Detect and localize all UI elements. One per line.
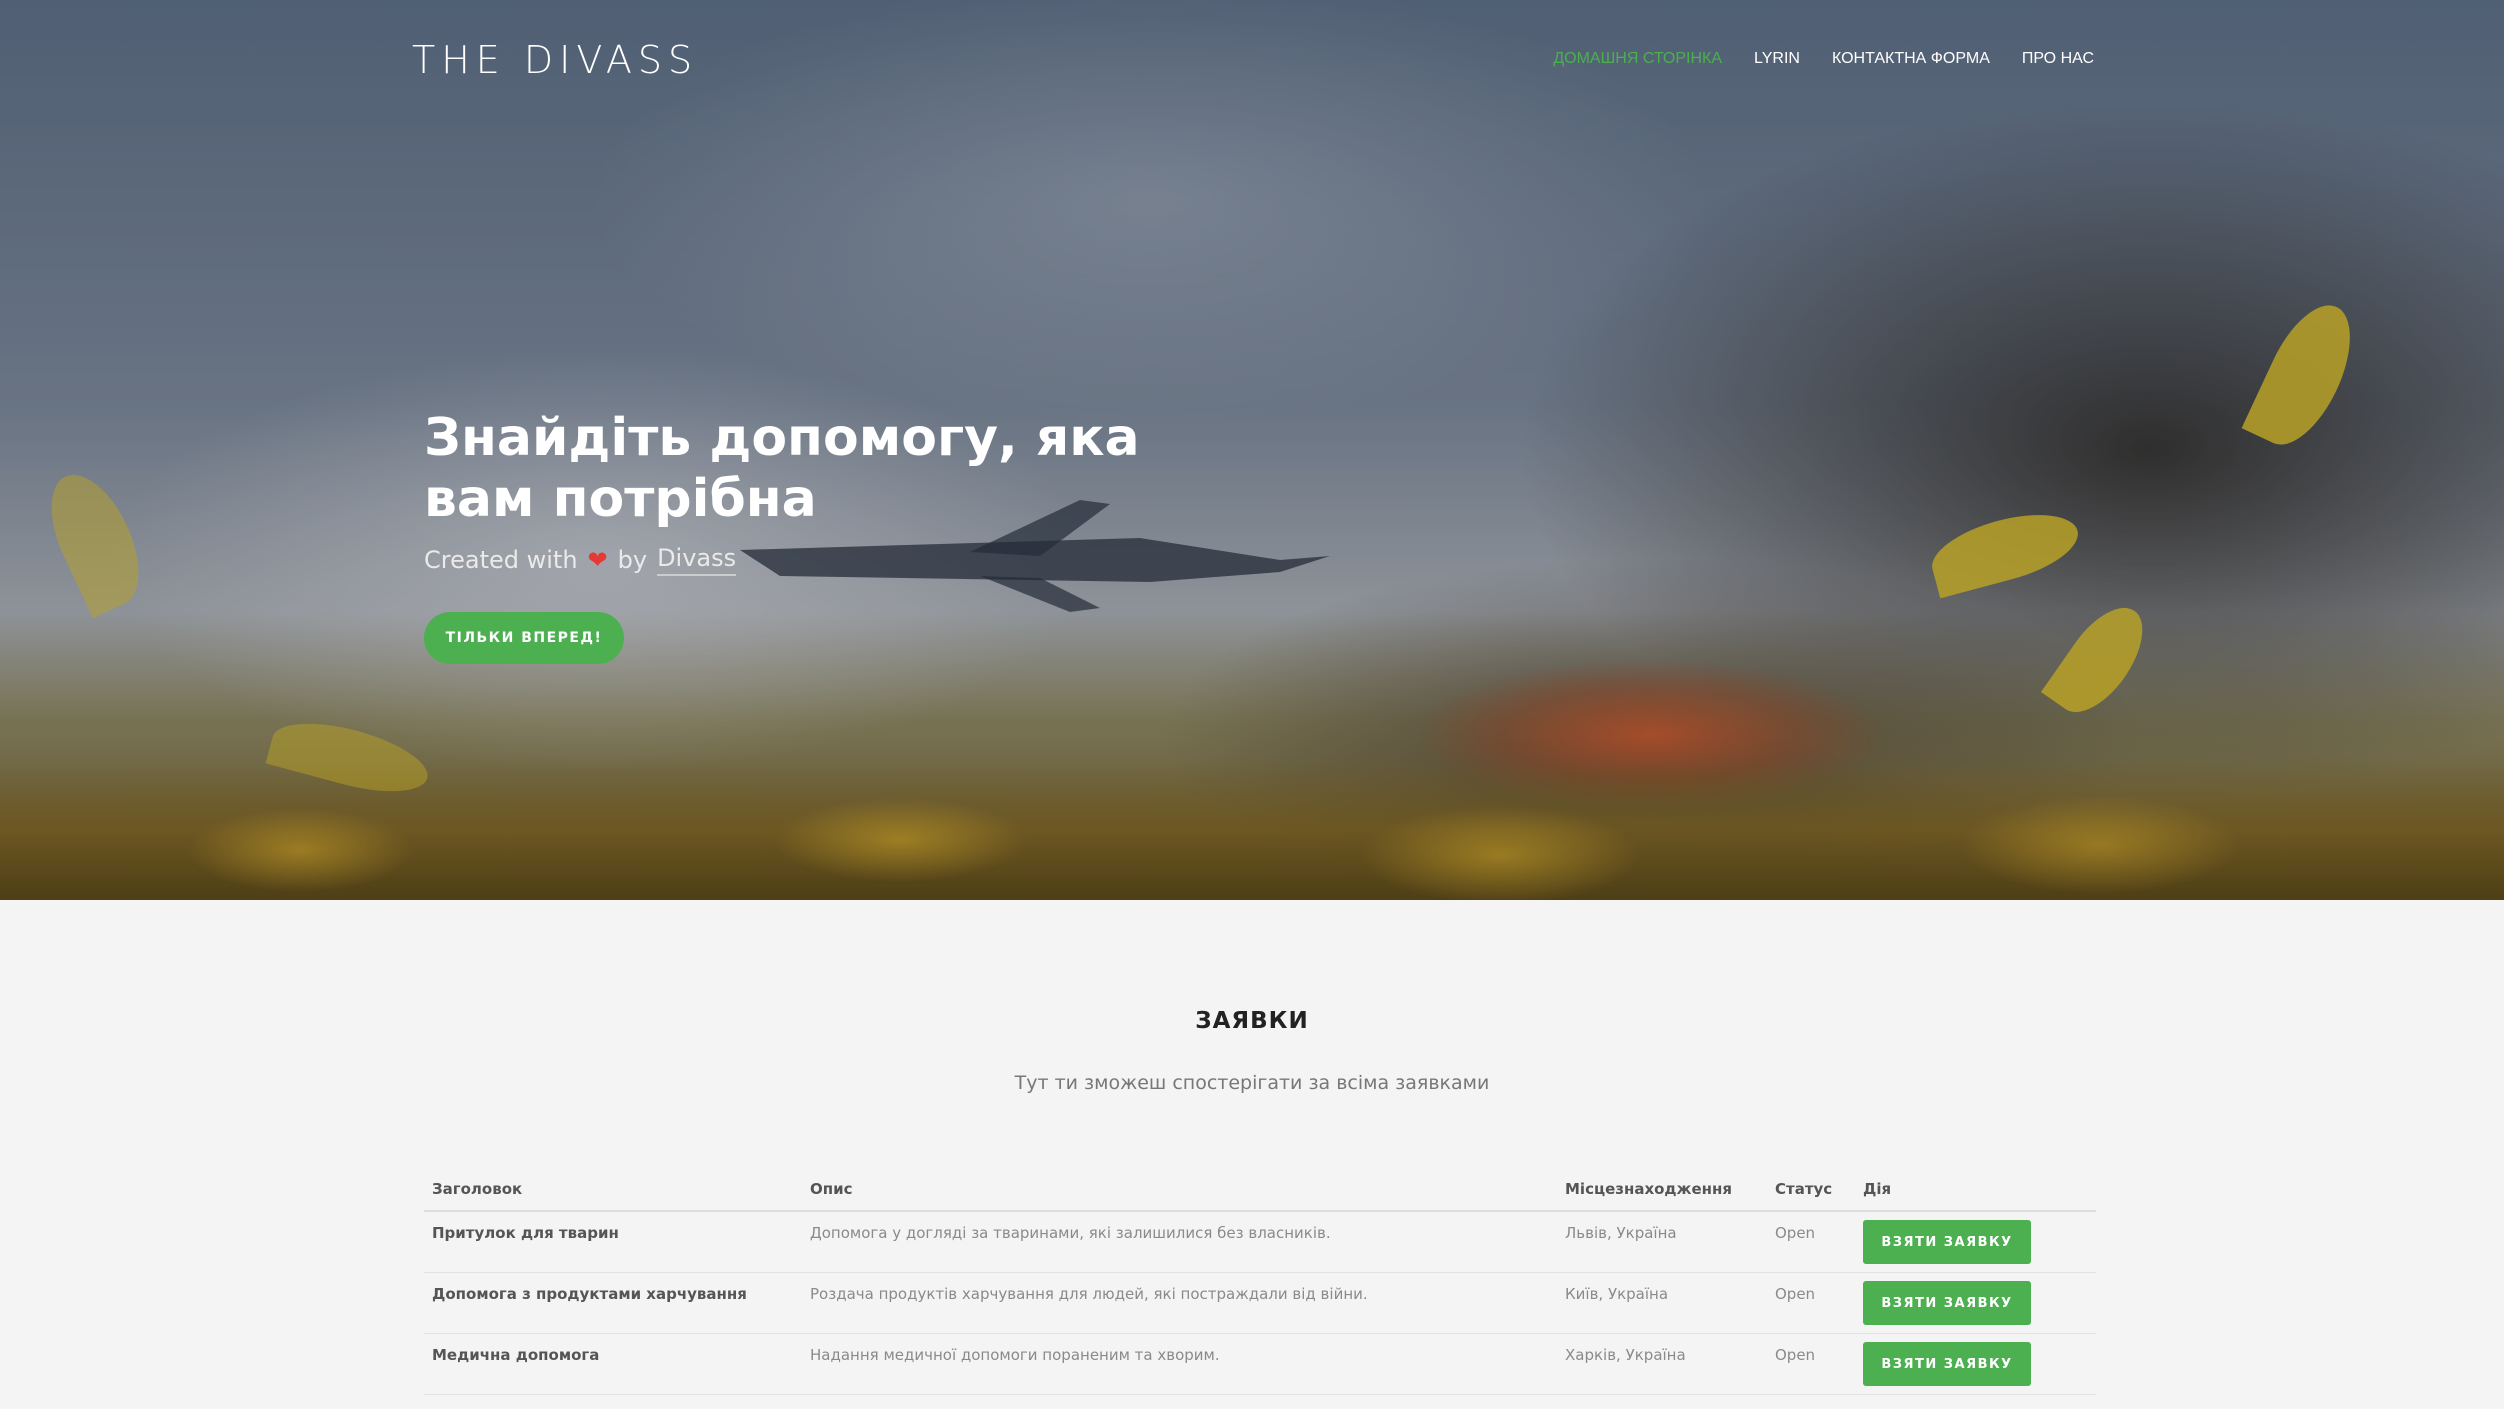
column-header-status: Статус [1767, 1170, 1855, 1212]
column-header-description: Опис [802, 1170, 1557, 1212]
hero-subtitle: Created with ❤ by Divass [424, 544, 737, 576]
section-subtitle: Тут ти зможеш спостерігати за всіма заяв… [1014, 1072, 1490, 1094]
section-title: ЗАЯВКИ [1195, 1008, 1309, 1034]
author-link[interactable]: Divass [657, 544, 737, 576]
column-header-location: Місцезнаходження [1557, 1170, 1767, 1212]
nav-item-about[interactable]: ПРО НАС [2022, 50, 2094, 68]
heart-icon: ❤ [587, 546, 608, 574]
request-location: Львів, Україна [1557, 1211, 1767, 1273]
column-header-action: Дія [1855, 1170, 2096, 1212]
hero-subtitle-by: by [617, 546, 648, 574]
table-row: Допомога з продуктами харчування Роздача… [424, 1272, 2096, 1334]
take-request-button[interactable]: ВЗЯТИ ЗАЯВКУ [1863, 1342, 2031, 1386]
hero-title: Знайдіть допомогу, яка вам потрібна [424, 408, 1140, 529]
request-status: Open [1767, 1333, 1855, 1395]
table-row: Притулок для тварин Допомога у догляді з… [424, 1211, 2096, 1273]
request-description: Роздача продуктів харчування для людей, … [802, 1272, 1557, 1334]
request-description: Допомога у догляді за тваринами, які зал… [802, 1211, 1557, 1273]
request-status: Open [1767, 1211, 1855, 1273]
request-title: Притулок для тварин [424, 1211, 802, 1273]
hero-section: THE DIVASS ДОМАШНЯ СТОРІНКА LYRIN КОНТАК… [0, 0, 2504, 900]
request-title: Допомога з продуктами харчування [424, 1272, 802, 1334]
request-location: Київ, Україна [1557, 1272, 1767, 1334]
requests-table: Заголовок Опис Місцезнаходження Статус Д… [424, 1170, 2096, 1395]
take-request-button[interactable]: ВЗЯТИ ЗАЯВКУ [1863, 1220, 2031, 1264]
table-row: Медична допомога Надання медичної допомо… [424, 1333, 2096, 1395]
table-header-row: Заголовок Опис Місцезнаходження Статус Д… [424, 1170, 2096, 1212]
column-header-title: Заголовок [424, 1170, 802, 1212]
main-nav: ДОМАШНЯ СТОРІНКА LYRIN КОНТАКТНА ФОРМА П… [1553, 50, 2094, 68]
hero-subtitle-prefix: Created with [424, 546, 578, 574]
request-location: Харків, Україна [1557, 1333, 1767, 1395]
request-description: Надання медичної допомоги пораненим та х… [802, 1333, 1557, 1395]
brand-logo[interactable]: THE DIVASS [412, 38, 698, 82]
request-title: Медична допомога [424, 1333, 802, 1395]
nav-item-lyrin[interactable]: LYRIN [1754, 50, 1800, 68]
cta-button[interactable]: ТІЛЬКИ ВПЕРЕД! [424, 612, 624, 664]
nav-item-home[interactable]: ДОМАШНЯ СТОРІНКА [1553, 50, 1722, 68]
take-request-button[interactable]: ВЗЯТИ ЗАЯВКУ [1863, 1281, 2031, 1325]
request-status: Open [1767, 1272, 1855, 1334]
nav-item-contact-form[interactable]: КОНТАКТНА ФОРМА [1832, 50, 1990, 68]
